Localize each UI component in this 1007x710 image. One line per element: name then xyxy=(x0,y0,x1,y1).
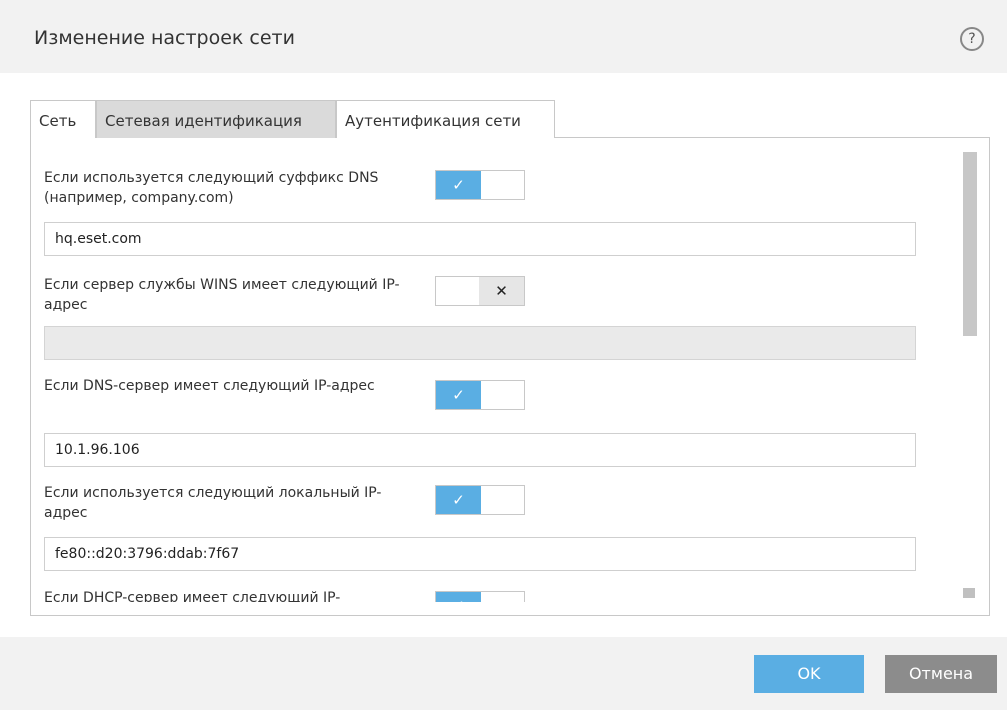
scroll-down-arrow[interactable] xyxy=(963,588,975,598)
dns-server-toggle[interactable]: ✓ xyxy=(435,380,525,410)
dns-server-label: Если DNS-сервер имеет следующий IP-адрес xyxy=(44,378,375,394)
dialog-header: Изменение настроек сети ? xyxy=(0,0,1007,73)
dns-suffix-label: Если используется следующий суффикс DNS … xyxy=(44,170,379,206)
check-icon: ✓ xyxy=(436,381,481,409)
cancel-button[interactable]: Отмена xyxy=(885,655,997,693)
local-ip-input[interactable]: fe80::d20:3796:ddab:7f67 xyxy=(44,537,916,571)
wins-server-label: Если сервер службы WINS имеет следующий … xyxy=(44,277,400,313)
check-icon: ✓ xyxy=(436,171,481,199)
local-ip-label: Если используется следующий локальный IP… xyxy=(44,485,382,521)
dhcp-server-label: Если DHCP-сервер имеет следующий IP- xyxy=(44,590,341,602)
scrollbar[interactable] xyxy=(963,152,977,602)
tab-network-identification[interactable]: Сетевая идентификация xyxy=(96,100,336,138)
dns-server-input[interactable]: 10.1.96.106 xyxy=(44,433,916,467)
scroll-thumb[interactable] xyxy=(963,152,977,336)
ok-button[interactable]: OK xyxy=(754,655,864,693)
wins-server-input[interactable] xyxy=(44,326,916,360)
dhcp-server-toggle[interactable]: ✓ xyxy=(435,591,525,602)
clip-area: Если DHCP-сервер имеет следующий IP- ✓ xyxy=(31,580,961,602)
dns-suffix-input[interactable]: hq.eset.com xyxy=(44,222,916,256)
tab-network-authentication[interactable]: Аутентификация сети xyxy=(336,100,555,138)
check-icon: ✓ xyxy=(436,486,481,514)
dialog-title: Изменение настроек сети xyxy=(34,27,295,49)
help-icon[interactable]: ? xyxy=(960,27,984,51)
check-icon: ✓ xyxy=(436,592,481,602)
local-ip-toggle[interactable]: ✓ xyxy=(435,485,525,515)
tab-network[interactable]: Сеть xyxy=(30,100,96,138)
wins-server-toggle[interactable]: ✕ xyxy=(435,276,525,306)
close-icon: ✕ xyxy=(479,277,524,305)
dns-suffix-toggle[interactable]: ✓ xyxy=(435,170,525,200)
